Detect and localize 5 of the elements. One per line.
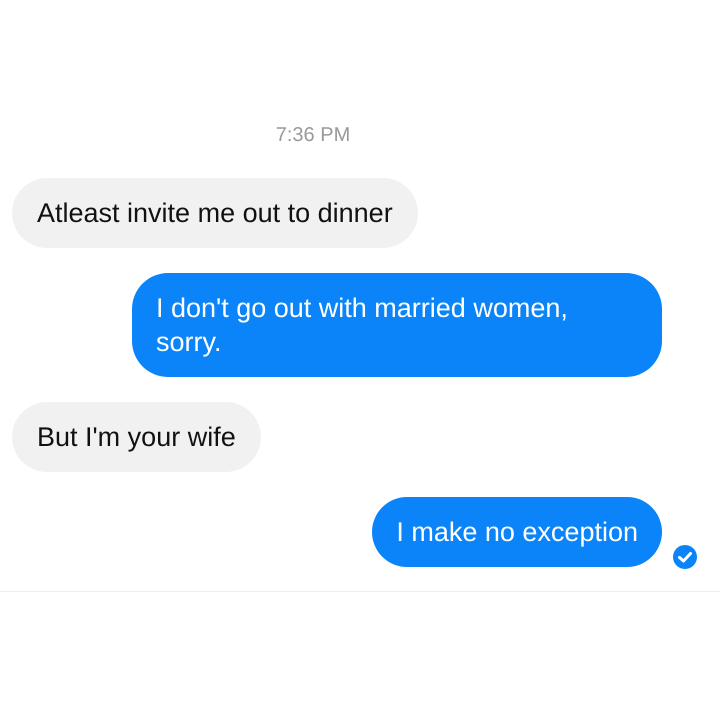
message-bubble: But I'm your wife [12, 402, 261, 472]
message-bubble: I make no exception [372, 497, 662, 567]
timestamp: 7:36 PM [276, 123, 350, 148]
message-bubble: Atleast invite me out to dinner [12, 178, 418, 248]
message-bubble: I don't go out with married women, sorry. [132, 273, 662, 377]
